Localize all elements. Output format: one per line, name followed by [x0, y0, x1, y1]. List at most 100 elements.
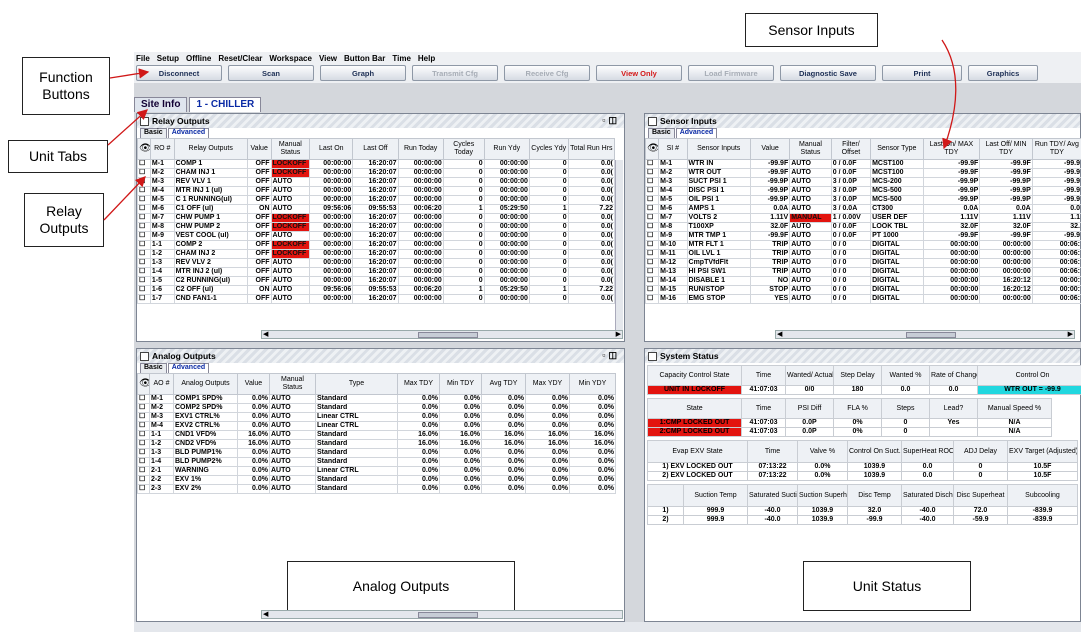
panel-checkbox[interactable]	[648, 351, 657, 361]
row-checkbox[interactable]: ☐	[644, 195, 660, 205]
relay-horizontal-scrollbar[interactable]: ◀ ▶	[261, 330, 623, 339]
row-checkbox[interactable]: ☐	[644, 276, 660, 286]
table-row[interactable]: ☐ 1-4 BLD PUMP2% 0.0% AUTO Standard 0.0% 0.0% 0.…	[137, 457, 616, 467]
tab-chiller[interactable]: 1 - CHILLER	[189, 97, 262, 112]
row-checkbox[interactable]: ☐	[137, 258, 151, 268]
table-row[interactable]: ☐ M-5 C 1 RUNNING(ul) OFF AUTO 00:00:00 16:20:…	[137, 195, 616, 205]
table-row[interactable]: ☐ 1-1 CND1 VFD% 16.0% AUTO Standard 16.0% 16.0%…	[137, 430, 616, 440]
table-row[interactable]: ☐ M-2 WTR OUT -99.9F AUTO 0 / 0.0F MCST100 -99.…	[644, 168, 1081, 178]
sensor-horizontal-scrollbar[interactable]: ◀ ▶	[775, 330, 1075, 339]
toolbar-button[interactable]: Transmit Cfg	[412, 65, 498, 81]
row-checkbox[interactable]: ☐	[137, 466, 150, 476]
table-row[interactable]: ☐ M-5 OIL PSI 1 -99.9P AUTO 3 / 0.0P MCS-500 -9…	[644, 195, 1081, 205]
subtab-advanced[interactable]: Advanced	[167, 128, 210, 138]
subtab-basic[interactable]: Basic	[140, 363, 167, 373]
table-row[interactable]: ☐ M-15 RUN/STOP STOP AUTO 0 / 0 DIGITAL 00:00:0…	[644, 285, 1081, 295]
row-checkbox[interactable]: ☐	[137, 394, 150, 404]
menu-item[interactable]: Help	[418, 54, 435, 63]
table-row[interactable]: ☐ 2-2 EXV 1% 0.0% AUTO Standard 0.0% 0.0% 0.0% 0.…	[137, 475, 616, 485]
row-checkbox[interactable]: ☐	[137, 267, 151, 277]
table-row[interactable]: ☐ M-7 CHW PUMP 1 OFF LOCKOFF 00:00:00 16:20:07…	[137, 213, 616, 223]
menu-item[interactable]: Button Bar	[344, 54, 385, 63]
analog-horizontal-scrollbar[interactable]: ◀	[261, 610, 623, 619]
row-checkbox[interactable]: ☐	[137, 213, 151, 223]
row-checkbox[interactable]: ☐	[644, 240, 660, 250]
row-checkbox[interactable]: ☐	[644, 285, 660, 295]
subtab-advanced[interactable]: Advanced	[167, 363, 210, 373]
table-row[interactable]: ☐ M-1 COMP 1 OFF LOCKOFF 00:00:00 16:20:07 00:0…	[137, 159, 616, 169]
table-row[interactable]: ☐ M-9 MTR TMP 1 -99.9F AUTO 0 / 0.0F PT 1000 -9…	[644, 231, 1081, 241]
row-checkbox[interactable]: ☐	[137, 484, 150, 494]
row-checkbox[interactable]: ☐	[644, 204, 660, 214]
row-checkbox[interactable]: ☐	[137, 430, 150, 440]
toolbar-button[interactable]: Disconnect	[136, 65, 222, 81]
menu-item[interactable]: Workspace	[269, 54, 312, 63]
table-row[interactable]: ☐ M-4 MTR INJ 1 (ul) OFF AUTO 00:00:00 16:20:0…	[137, 186, 616, 196]
eye-icon[interactable]: 👁	[644, 138, 660, 160]
table-row[interactable]: ☐ M-3 EXV1 CTRL% 0.0% AUTO Linear CTRL 0.0% 0.0…	[137, 412, 616, 422]
panel-checkbox[interactable]	[140, 116, 149, 126]
row-checkbox[interactable]: ☐	[137, 195, 151, 205]
toolbar-button[interactable]: Load Firmware	[688, 65, 774, 81]
table-row[interactable]: ☐ M-2 CHAM INJ 1 OFF LOCKOFF 00:00:00 16:20:07…	[137, 168, 616, 178]
table-row[interactable]: ☐ M-1 WTR IN -99.9F AUTO 0 / 0.0F MCST100 -99.9…	[644, 159, 1081, 169]
table-row[interactable]: ☐ 1-4 MTR INJ 2 (ul) OFF AUTO 00:00:00 16:20:0…	[137, 267, 616, 277]
table-row[interactable]: ☐ M-6 C1 OFF (ul) ON AUTO 09:56:06 09:55:53 00:…	[137, 204, 616, 214]
row-checkbox[interactable]: ☐	[137, 186, 151, 196]
eye-icon[interactable]: 👁	[137, 373, 150, 395]
toolbar-button[interactable]: Diagnostic Save	[780, 65, 876, 81]
table-row[interactable]: ☐ M-7 VOLTS 2 1.11V MANUAL 1 / 0.00V USER DEF 1…	[644, 213, 1081, 223]
row-checkbox[interactable]: ☐	[644, 267, 660, 277]
table-row[interactable]: ☐ 1-1 COMP 2 OFF LOCKOFF 00:00:00 16:20:07 00:0…	[137, 240, 616, 250]
row-checkbox[interactable]: ☐	[137, 457, 150, 467]
toolbar-button[interactable]: View Only	[596, 65, 682, 81]
table-row[interactable]: ☐ 1-3 REV VLV 2 OFF AUTO 00:00:00 16:20:07 00:0…	[137, 258, 616, 268]
table-row[interactable]: ☐ 2-1 WARNING 0.0% AUTO Linear CTRL 0.0% 0.0% 0.…	[137, 466, 616, 476]
row-checkbox[interactable]: ☐	[644, 231, 660, 241]
menu-item[interactable]: Time	[392, 54, 411, 63]
row-checkbox[interactable]: ☐	[644, 294, 660, 304]
menu-item[interactable]: Offline	[186, 54, 211, 63]
subtab-advanced[interactable]: Advanced	[675, 128, 718, 138]
panel-checkbox[interactable]	[140, 351, 149, 361]
row-checkbox[interactable]: ☐	[137, 403, 150, 413]
table-row[interactable]: ☐ M-10 MTR FLT 1 TRIP AUTO 0 / 0 DIGITAL 00:00:…	[644, 240, 1081, 250]
menu-item[interactable]: Reset/Clear	[218, 54, 262, 63]
window-controls-icon[interactable]: ▫◫	[602, 115, 620, 126]
table-row[interactable]: ☐ M-8 T100XP 32.0F AUTO 0 / 0.0F LOOK TBL 32.0F…	[644, 222, 1081, 232]
row-checkbox[interactable]: ☐	[137, 240, 151, 250]
table-row[interactable]: ☐ M-9 VEST COOL (ul) OFF AUTO 00:00:00 16:20:0…	[137, 231, 616, 241]
row-checkbox[interactable]: ☐	[137, 412, 150, 422]
table-row[interactable]: ☐ 1-7 CND FAN1-1 OFF AUTO 00:00:00 16:20:07 00:…	[137, 294, 616, 304]
row-checkbox[interactable]: ☐	[137, 204, 151, 214]
menu-item[interactable]: File	[136, 54, 150, 63]
row-checkbox[interactable]: ☐	[137, 159, 151, 169]
table-row[interactable]: ☐ 1-2 CND2 VFD% 16.0% AUTO Standard 16.0% 16.0%…	[137, 439, 616, 449]
table-row[interactable]: ☐ M-16 EMG STOP YES AUTO 0 / 0 DIGITAL 00:00:00…	[644, 294, 1081, 304]
table-row[interactable]: ☐ 1-6 C2 OFF (ul) ON AUTO 09:56:06 09:55:53 00:…	[137, 285, 616, 295]
toolbar-button[interactable]: Graphics	[968, 65, 1038, 81]
table-row[interactable]: ☐ M-14 DISABLE 1 NO AUTO 0 / 0 DIGITAL 00:00:00…	[644, 276, 1081, 286]
table-row[interactable]: ☐ M-1 COMP1 SPD% 0.0% AUTO Standard 0.0% 0.0% 0.…	[137, 394, 616, 404]
row-checkbox[interactable]: ☐	[137, 421, 150, 431]
table-row[interactable]: ☐ M-4 EXV2 CTRL% 0.0% AUTO Linear CTRL 0.0% 0.0…	[137, 421, 616, 431]
row-checkbox[interactable]: ☐	[137, 448, 150, 458]
row-checkbox[interactable]: ☐	[137, 475, 150, 485]
table-row[interactable]: ☐ M-6 AMPS 1 0.0A AUTO 3 / 0.0A CT300 0.0A 0.0A 0…	[644, 204, 1081, 214]
row-checkbox[interactable]: ☐	[644, 249, 660, 259]
table-row[interactable]: ☐ M-4 DISC PSI 1 -99.9P AUTO 3 / 0.0P MCS-500-…	[644, 186, 1081, 196]
subtab-basic[interactable]: Basic	[648, 128, 675, 138]
row-checkbox[interactable]: ☐	[644, 258, 660, 268]
row-checkbox[interactable]: ☐	[137, 231, 151, 241]
table-row[interactable]: ☐ M-12 CmpTVfdFlt TRIP AUTO 0 / 0 DIGITAL 00:00…	[644, 258, 1081, 268]
row-checkbox[interactable]: ☐	[644, 177, 660, 187]
row-checkbox[interactable]: ☐	[644, 168, 660, 178]
subtab-basic[interactable]: Basic	[140, 128, 167, 138]
table-row[interactable]: ☐ M-11 OIL LVL 1 TRIP AUTO 0 / 0 DIGITAL 00:00:…	[644, 249, 1081, 259]
menu-item[interactable]: View	[319, 54, 337, 63]
row-checkbox[interactable]: ☐	[137, 177, 151, 187]
row-checkbox[interactable]: ☐	[644, 213, 660, 223]
row-checkbox[interactable]: ☐	[644, 186, 660, 196]
row-checkbox[interactable]: ☐	[137, 276, 151, 286]
table-row[interactable]: ☐ M-3 REV VLV 1 OFF AUTO 00:00:00 16:20:07 00:0…	[137, 177, 616, 187]
